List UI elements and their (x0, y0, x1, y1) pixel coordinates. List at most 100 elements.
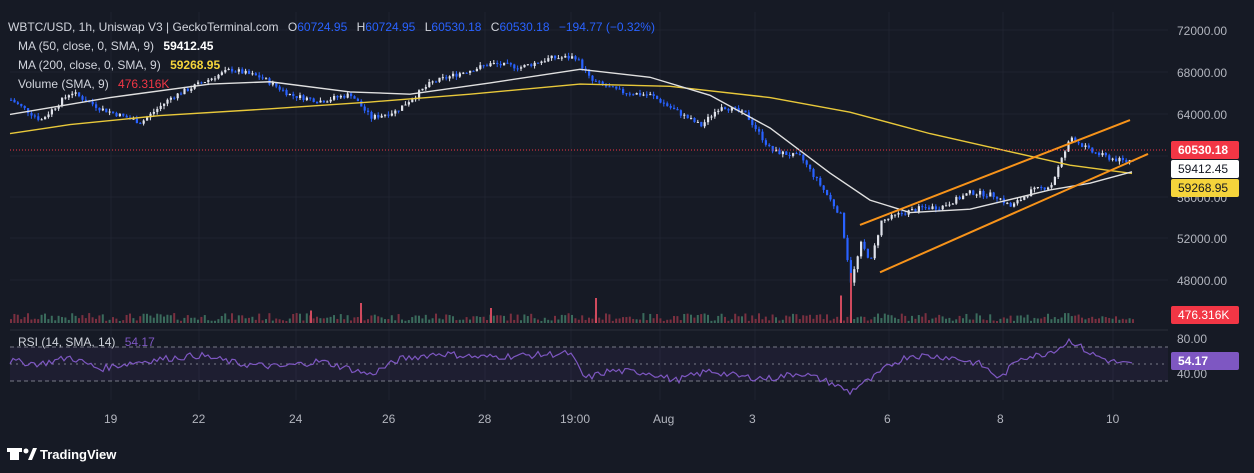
candle-body (74, 92, 77, 94)
volume-bar (554, 315, 556, 323)
price-axis[interactable]: 72000.00 68000.00 64000.00 56000.00 5200… (1177, 24, 1227, 381)
volume-bar (992, 320, 995, 323)
candle-body (492, 62, 495, 64)
volume-bar (129, 313, 131, 323)
candle-body (387, 114, 390, 116)
volume-bar (384, 319, 386, 323)
y-tick-64000: 64000.00 (1177, 108, 1227, 122)
candle-body (285, 90, 288, 96)
channel-upper-line (859, 119, 1131, 226)
volume-bar (1009, 315, 1012, 323)
volume-bar (258, 313, 261, 323)
candle-body (564, 55, 567, 58)
volume-bar (815, 314, 818, 323)
candle-body (431, 81, 434, 83)
tradingview-logo[interactable]: TradingView (7, 447, 117, 462)
volume-bar (523, 314, 526, 323)
volume-bar (822, 319, 825, 323)
volume-bar (312, 318, 315, 323)
volume-bar (513, 319, 516, 323)
price-chart[interactable]: 72000.00 68000.00 64000.00 56000.00 5200… (0, 0, 1254, 473)
rsi-badge: 54.17 (1171, 352, 1239, 370)
volume-bar (1013, 320, 1015, 323)
volume-bar (1036, 318, 1039, 323)
volume-bar (979, 315, 981, 323)
volume-bar (856, 317, 859, 323)
candle-body (248, 70, 251, 74)
volume-bar (261, 320, 264, 323)
candle-body (724, 107, 727, 110)
candle-body (1064, 151, 1067, 158)
volume-bar (771, 314, 774, 323)
candle-body (928, 207, 931, 210)
volume-bar (581, 315, 584, 323)
candle-body (112, 111, 115, 113)
candle-body (316, 102, 319, 104)
y-tick-72000: 72000.00 (1177, 24, 1227, 38)
volume-bar (33, 318, 36, 323)
volume-bar (237, 315, 240, 323)
candle-body (288, 93, 291, 96)
volume-bar (676, 316, 679, 323)
volume-bar (61, 317, 63, 323)
candle-body (877, 235, 880, 246)
volume-bar (1084, 319, 1087, 323)
candle-body (948, 204, 951, 206)
candle-body (931, 206, 934, 210)
candle-body (741, 110, 744, 112)
volume-bar (897, 319, 900, 323)
volume-bar (530, 313, 533, 323)
volume-bar (965, 313, 968, 323)
volume-bar (639, 319, 641, 323)
volume-bar (975, 313, 978, 323)
candle-body (363, 106, 366, 111)
candle-body (839, 212, 842, 214)
volume-bar (367, 319, 369, 323)
volume-bar (506, 320, 509, 323)
candle-body (207, 79, 210, 83)
volume-bar (571, 314, 573, 323)
candle-body (271, 82, 274, 85)
volume-bar (948, 317, 951, 323)
time-axis[interactable]: 19 22 24 26 28 19:00 Aug 3 6 8 10 (104, 412, 1120, 426)
volume-bar (1094, 318, 1097, 323)
candle-body (673, 107, 676, 110)
volume-bar (1070, 316, 1073, 323)
candle-body (115, 112, 118, 117)
volume-bar (305, 313, 308, 323)
volume-bar (798, 319, 801, 323)
svg-text:Volume (SMA, 9) 476.316K: Volume (SMA, 9) 476.316K (18, 77, 169, 91)
candle-body (37, 116, 40, 120)
candle-body (166, 99, 169, 104)
volume-bar (737, 316, 740, 323)
volume-bar (860, 316, 862, 323)
candle-body (234, 71, 237, 73)
volume-bar (713, 320, 716, 323)
volume-bar (696, 314, 699, 323)
volume-bar (462, 319, 465, 323)
volume-bar (1108, 318, 1111, 323)
volume-bar (744, 313, 747, 323)
candle-body (955, 197, 958, 204)
candle-body (156, 108, 159, 112)
volume-bar (71, 313, 74, 323)
volume-bar (139, 316, 142, 323)
candle-body (822, 185, 825, 190)
candle-body (795, 153, 798, 155)
volume-bar (829, 320, 832, 323)
volume-bar (778, 320, 781, 323)
volume-bar (173, 313, 176, 323)
volume-bar (435, 313, 437, 323)
volume-spike (310, 310, 312, 323)
volume-bar (1074, 315, 1077, 323)
candle-body (843, 212, 846, 238)
volume-bar (622, 317, 624, 323)
candle-body (924, 207, 927, 209)
candle-body (176, 93, 179, 99)
chart-legend[interactable]: WBTC/USD, 1h, Uniswap V3 | GeckoTerminal… (8, 20, 655, 349)
candle-body (669, 105, 672, 108)
candle-body (1050, 184, 1053, 188)
candle-body (1060, 157, 1063, 167)
volume-bar (292, 314, 295, 323)
volume-bar (720, 313, 723, 323)
